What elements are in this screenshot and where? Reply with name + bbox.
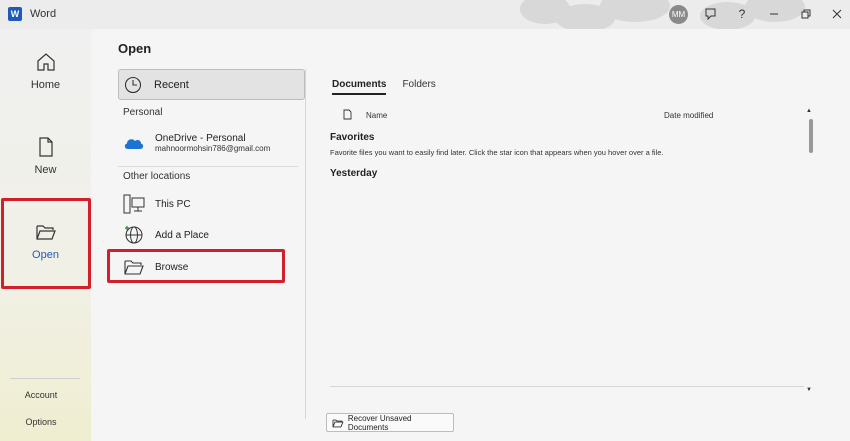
recover-unsaved-button[interactable]: Recover Unsaved Documents [326, 413, 454, 432]
location-this-pc[interactable]: This PC [123, 193, 191, 215]
locations-separator [118, 166, 298, 167]
minimize-icon[interactable] [763, 4, 785, 24]
other-locations-label: Other locations [123, 171, 191, 182]
nav-home[interactable]: Home [0, 51, 91, 91]
nav-new-label: New [34, 164, 57, 176]
onedrive-email: mahnoormohsin786@gmail.com [155, 144, 271, 153]
scroll-up-arrow-icon[interactable]: ▲ [806, 108, 812, 114]
nav-options[interactable]: Options [0, 417, 82, 427]
computer-icon [123, 194, 145, 214]
help-icon[interactable]: ? [731, 4, 753, 24]
favorites-title: Favorites [330, 132, 375, 143]
new-document-icon [38, 137, 53, 157]
column-name[interactable]: Name [366, 111, 387, 120]
this-pc-label: This PC [155, 198, 191, 210]
scroll-down-arrow-icon[interactable]: ▼ [806, 387, 812, 393]
personal-section-label: Personal [123, 107, 163, 118]
main-panel: Open Recent Personal OneDrive - Personal… [91, 29, 850, 441]
tab-documents[interactable]: Documents [332, 79, 387, 95]
add-place-label: Add a Place [155, 229, 209, 241]
page-title: Open [118, 41, 152, 56]
restore-icon[interactable] [795, 4, 817, 24]
close-icon[interactable] [826, 4, 848, 24]
title-bar: W Word MM ? [0, 0, 850, 29]
avatar[interactable]: MM [669, 5, 688, 24]
open-highlight-box [1, 198, 91, 289]
nav-account[interactable]: Account [0, 390, 82, 400]
globe-add-icon [125, 226, 143, 244]
clock-icon [124, 76, 142, 93]
onedrive-label: OneDrive - Personal [155, 133, 246, 144]
favorites-description: Favorite files you want to easily find l… [330, 148, 664, 157]
column-date-modified[interactable]: Date modified [664, 111, 713, 120]
file-list-header: Name Date modified [331, 107, 801, 123]
file-list-bottom-border [330, 386, 804, 387]
recover-label: Recover Unsaved Documents [347, 413, 412, 432]
panel-divider [305, 69, 306, 419]
nav-home-label: Home [30, 79, 61, 91]
tab-folders[interactable]: Folders [402, 79, 435, 95]
file-tabs: Documents Folders [332, 79, 452, 95]
nav-divider [10, 378, 80, 379]
word-logo-icon: W [8, 7, 22, 21]
browse-highlight-box [107, 249, 285, 283]
file-type-icon [343, 109, 352, 120]
location-onedrive[interactable]: OneDrive - Personal mahnoormohsin786@gma… [123, 132, 270, 154]
location-add-place[interactable]: Add a Place [123, 224, 209, 246]
home-icon [36, 53, 55, 71]
app-title: Word [30, 8, 57, 20]
yesterday-title: Yesterday [330, 168, 378, 179]
folder-icon [332, 419, 344, 427]
nav-new[interactable]: New [0, 136, 91, 176]
recent-button[interactable]: Recent [118, 69, 305, 100]
feedback-icon[interactable] [699, 4, 721, 24]
recent-label: Recent [154, 78, 189, 91]
file-list-scrollbar[interactable]: ▲ ▼ [806, 108, 815, 398]
onedrive-cloud-icon [124, 139, 144, 149]
scroll-thumb[interactable] [809, 119, 813, 153]
